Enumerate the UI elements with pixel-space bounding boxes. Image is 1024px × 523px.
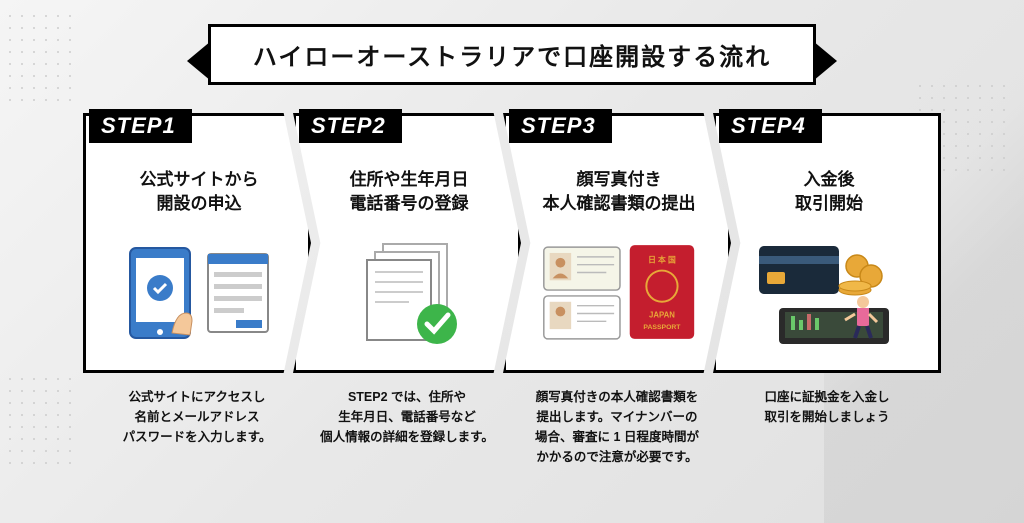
step-2: STEP2 住所や生年月日 電話番号の登録 STEP2 では、住所や 生年月日、…: [293, 113, 521, 467]
step-heading: 入金後 取引開始: [795, 168, 863, 216]
step-1: STEP1 公式サイトから 開設の申込: [83, 113, 311, 467]
svg-text:日 本 国: 日 本 国: [648, 255, 676, 265]
id-passport-icon: 日 本 国 JAPAN PASSPORT: [536, 228, 702, 358]
step-heading: 公式サイトから 開設の申込: [140, 168, 259, 216]
step-desc: STEP2 では、住所や 生年月日、電話番号など 個人情報の詳細を登録します。: [293, 387, 521, 447]
step-heading: 住所や生年月日 電話番号の登録: [350, 168, 469, 216]
step-desc: 公式サイトにアクセスし 名前とメールアドレス パスワードを入力します。: [83, 387, 311, 447]
step-3: STEP3 顔写真付き 本人確認書類の提出: [503, 113, 731, 467]
step-desc: 口座に証拠金を入金し 取引を開始しましょう: [713, 387, 941, 427]
svg-text:JAPAN: JAPAN: [649, 310, 675, 319]
svg-text:PASSPORT: PASSPORT: [643, 324, 681, 331]
documents-check-icon: [326, 228, 492, 358]
card-trading-icon: [746, 228, 912, 358]
step-label: STEP2: [299, 109, 402, 143]
tablet-form-icon: [116, 228, 282, 358]
step-heading: 顔写真付き 本人確認書類の提出: [543, 168, 696, 216]
step-4: STEP4 入金後 取引開始: [713, 113, 941, 467]
step-desc: 顔写真付きの本人確認書類を 提出します。マイナンバーの 場合、審査に 1 日程度…: [503, 387, 731, 467]
main-title: ハイローオーストラリアで口座開設する流れ: [253, 37, 771, 72]
steps-container: STEP1 公式サイトから 開設の申込: [0, 113, 1024, 467]
step-label: STEP1: [89, 109, 192, 143]
step-label: STEP3: [509, 109, 612, 143]
title-banner: ハイローオーストラリアで口座開設する流れ: [0, 0, 1024, 85]
step-label: STEP4: [719, 109, 822, 143]
